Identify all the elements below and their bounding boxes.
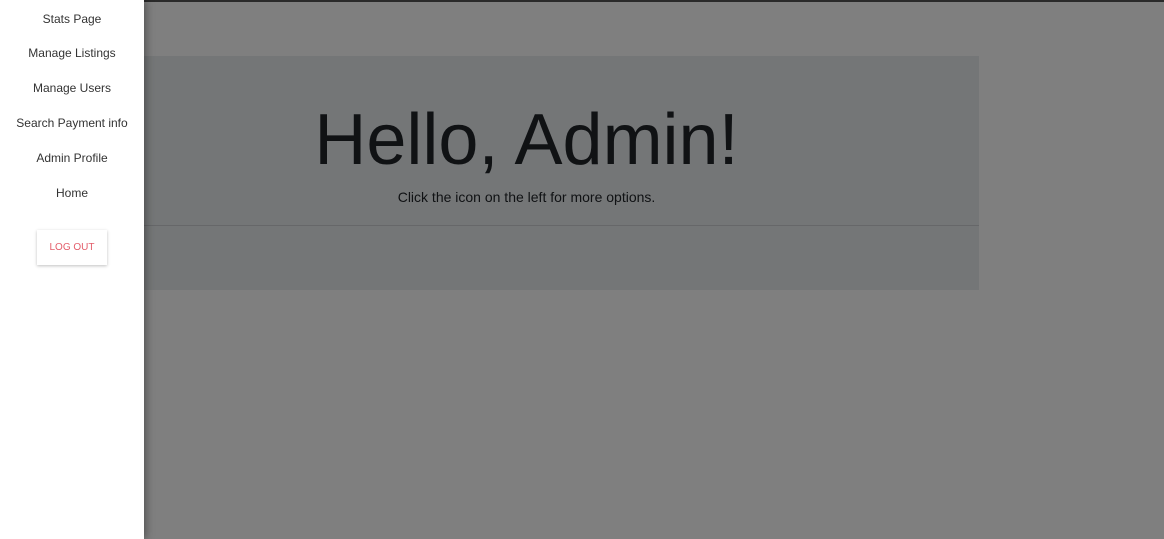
drawer-backdrop[interactable] — [0, 0, 1164, 539]
logout-container: LOG OUT — [0, 230, 144, 265]
sidebar-item-search-payment-info[interactable]: Search Payment info — [0, 105, 144, 140]
sidebar-menu: Stats Page Manage Listings Manage Users … — [0, 0, 144, 210]
sidebar-item-stats-page[interactable]: Stats Page — [0, 0, 144, 35]
logout-button[interactable]: LOG OUT — [37, 230, 107, 265]
sidebar-drawer: Stats Page Manage Listings Manage Users … — [0, 0, 144, 539]
sidebar-item-admin-profile[interactable]: Admin Profile — [0, 140, 144, 175]
sidebar-item-manage-users[interactable]: Manage Users — [0, 70, 144, 105]
sidebar-item-manage-listings[interactable]: Manage Listings — [0, 35, 144, 70]
sidebar-item-home[interactable]: Home — [0, 175, 144, 210]
